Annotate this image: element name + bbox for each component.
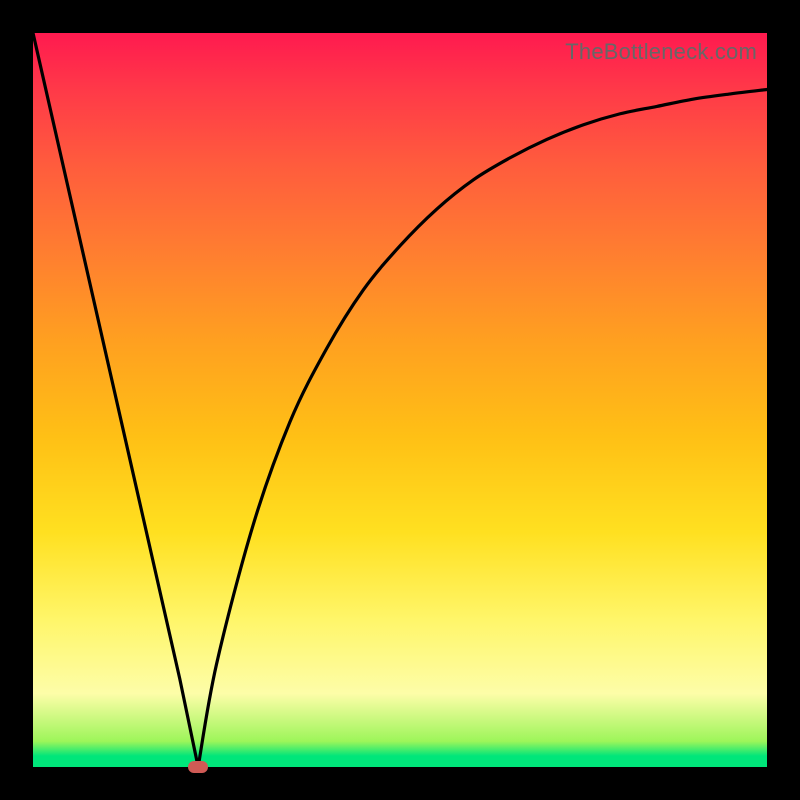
bottleneck-curve (33, 33, 767, 767)
chart-frame: TheBottleneck.com (0, 0, 800, 800)
minimum-marker (188, 761, 208, 773)
plot-area: TheBottleneck.com (33, 33, 767, 767)
